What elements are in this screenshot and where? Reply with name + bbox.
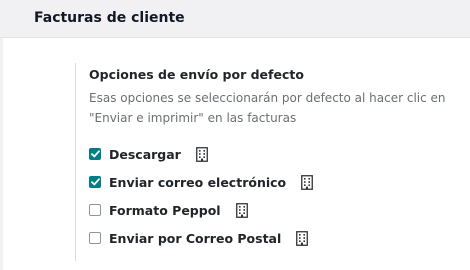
option-label-postal-mail[interactable]: Enviar por Correo Postal [109, 231, 281, 246]
default-send-options-setting: Opciones de envío por defecto Esas opcio… [75, 63, 470, 261]
option-send-email[interactable]: Enviar correo electrónico [89, 172, 314, 192]
peppol-checkbox[interactable] [89, 204, 101, 216]
option-label-peppol[interactable]: Formato Peppol [109, 203, 221, 218]
option-download[interactable]: Descargar [89, 144, 208, 164]
building-icon [296, 230, 309, 246]
section-header: Facturas de cliente [0, 0, 470, 38]
setting-description: Esas opciones se seleccionarán por defec… [89, 91, 446, 125]
section-left-rule [0, 38, 3, 270]
section-title: Facturas de cliente [34, 10, 185, 26]
building-icon [235, 202, 248, 218]
option-label-send-email[interactable]: Enviar correo electrónico [109, 175, 286, 190]
send-email-checkbox[interactable] [89, 176, 101, 188]
building-icon [301, 174, 314, 190]
option-peppol[interactable]: Formato Peppol [89, 200, 248, 220]
option-label-download[interactable]: Descargar [109, 147, 181, 162]
download-checkbox[interactable] [89, 148, 101, 160]
postal-mail-checkbox[interactable] [89, 232, 101, 244]
building-icon [195, 146, 208, 162]
setting-title: Opciones de envío por defecto [89, 67, 304, 82]
option-postal-mail[interactable]: Enviar por Correo Postal [89, 228, 309, 248]
